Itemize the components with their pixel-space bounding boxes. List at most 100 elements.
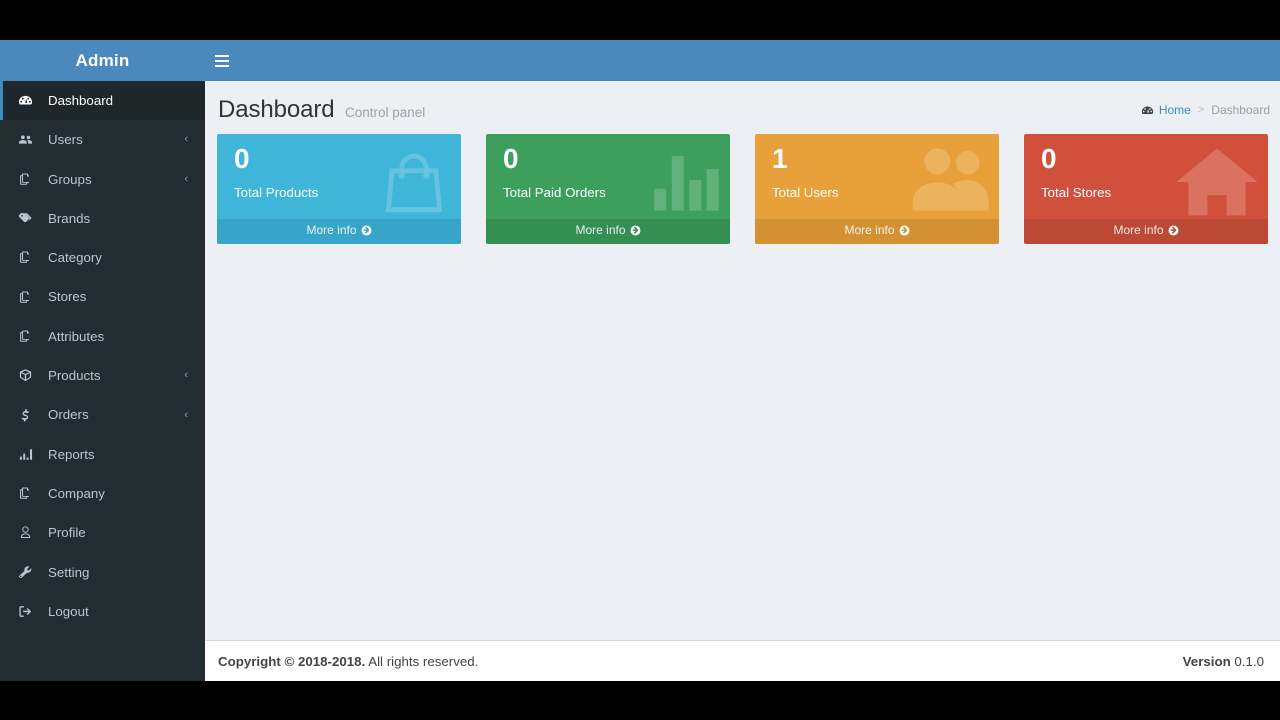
sidebar-nav: Dashboard Users ‹ Groups ‹ Brands Category Stor… xyxy=(0,81,205,631)
copy-icon xyxy=(18,328,38,344)
sidebar-item-label: Company xyxy=(48,485,105,501)
sidebar-item-profile[interactable]: Profile xyxy=(0,513,205,552)
info-box-total-products: 0 Total Products More info xyxy=(217,134,461,244)
info-box-more-info-link[interactable]: More info xyxy=(217,219,461,244)
info-box-more-info-link[interactable]: More info xyxy=(1024,219,1268,244)
copy-icon xyxy=(18,171,38,187)
info-box-body: 1 Total Users xyxy=(755,134,999,219)
arrow-circle-right-icon xyxy=(630,225,641,239)
content-area: Dashboard Control panel Home > Dashboard… xyxy=(205,81,1280,681)
info-box-total-stores: 0 Total Stores More info xyxy=(1024,134,1268,244)
sidebar-item-stores[interactable]: Stores xyxy=(0,277,205,316)
screen: Admin Dashboard Users ‹ Groups ‹ Brands Catego… xyxy=(0,0,1280,720)
page-title: Dashboard xyxy=(218,96,335,123)
info-box-total-users: 1 Total Users More info xyxy=(755,134,999,244)
sidebar-item-label: Brands xyxy=(48,210,91,226)
chevron-left-icon: ‹ xyxy=(184,133,188,146)
sidebar-item-logout[interactable]: Logout xyxy=(0,592,205,631)
info-box-total-paid-orders: 0 Total Paid Orders More info xyxy=(486,134,730,244)
hamburger-icon[interactable] xyxy=(205,40,239,81)
sidebar-item-label: Stores xyxy=(48,289,87,305)
tags-icon xyxy=(18,211,38,227)
chevron-left-icon: ‹ xyxy=(184,172,188,185)
sidebar-item-label: Setting xyxy=(48,564,90,580)
info-box-number: 0 xyxy=(234,143,250,174)
arrow-circle-right-icon xyxy=(899,225,910,239)
sidebar-item-reports[interactable]: Reports xyxy=(0,435,205,474)
wrench-icon xyxy=(18,564,38,580)
hamburger-bar xyxy=(215,64,229,67)
sidebar-item-label: Products xyxy=(48,368,101,384)
info-box-label: Total Users xyxy=(772,185,839,201)
sidebar-item-category[interactable]: Category xyxy=(0,238,205,277)
sidebar-item-setting[interactable]: Setting xyxy=(0,553,205,592)
more-info-label: More info xyxy=(575,223,626,237)
version-text: Version 0.1.0 xyxy=(1183,654,1264,669)
sidebar-item-products[interactable]: Products ‹ xyxy=(0,356,205,395)
sidebar-item-label: Category xyxy=(48,250,102,266)
breadcrumb: Home > Dashboard xyxy=(1141,103,1270,117)
sidebar-item-attributes[interactable]: Attributes xyxy=(0,317,205,356)
copy-icon xyxy=(18,289,38,305)
page-subtitle: Control panel xyxy=(344,105,426,120)
copyright-rest: All rights reserved. xyxy=(365,653,479,669)
info-box-body: 0 Total Products xyxy=(217,134,461,219)
chevron-left-icon: ‹ xyxy=(184,369,188,382)
version-value: 0.1.0 xyxy=(1230,653,1264,669)
info-box-label: Total Stores xyxy=(1041,185,1112,201)
more-info-label: More info xyxy=(1113,223,1164,237)
copy-icon xyxy=(18,486,38,502)
sidebar-item-label: Users xyxy=(48,132,83,148)
info-box-row: 0 Total Products More info 0 Total Paid Orde… xyxy=(205,134,1280,244)
sidebar-item-groups[interactable]: Groups ‹ xyxy=(0,160,205,199)
sign-out-icon xyxy=(18,604,38,620)
dashboard-icon xyxy=(1141,104,1154,117)
dollar-icon xyxy=(18,407,38,423)
breadcrumb-separator: > xyxy=(1197,104,1205,116)
user-icon xyxy=(18,525,38,541)
admin-app: Admin Dashboard Users ‹ Groups ‹ Brands Catego… xyxy=(0,40,1280,681)
info-box-number: 1 xyxy=(772,143,788,174)
info-box-number: 0 xyxy=(1041,143,1057,174)
chevron-left-icon: ‹ xyxy=(184,408,188,421)
info-box-label: Total Paid Orders xyxy=(503,185,606,201)
sidebar-item-users[interactable]: Users ‹ xyxy=(0,120,205,159)
users-icon xyxy=(18,132,38,148)
sidebar-item-label: Profile xyxy=(48,525,86,541)
info-box-more-info-link[interactable]: More info xyxy=(755,219,999,244)
cube-icon xyxy=(18,368,38,384)
sidebar-item-label: Dashboard xyxy=(48,93,114,108)
sidebar: Admin Dashboard Users ‹ Groups ‹ Brands Catego… xyxy=(0,40,205,681)
hamburger-bar xyxy=(215,59,229,62)
arrow-circle-right-icon xyxy=(361,225,372,239)
sidebar-item-dashboard[interactable]: Dashboard xyxy=(0,81,205,121)
sidebar-item-company[interactable]: Company xyxy=(0,474,205,513)
copyright-text: Copyright © 2018-2018. All rights reserv… xyxy=(218,654,478,669)
content-header: Dashboard Control panel Home > Dashboard xyxy=(205,81,1280,134)
sidebar-item-label: Groups xyxy=(48,171,92,187)
sidebar-item-label: Reports xyxy=(48,446,95,462)
dashboard-icon xyxy=(18,93,38,109)
version-label: Version xyxy=(1182,653,1231,669)
more-info-label: More info xyxy=(306,223,357,237)
info-box-more-info-link[interactable]: More info xyxy=(486,219,730,244)
more-info-label: More info xyxy=(844,223,895,237)
top-navbar xyxy=(205,40,1280,81)
info-box-number: 0 xyxy=(503,143,519,174)
info-box-body: 0 Total Paid Orders xyxy=(486,134,730,219)
bar-chart-icon xyxy=(18,446,38,462)
sidebar-item-label: Attributes xyxy=(48,328,105,344)
page-footer: Copyright © 2018-2018. All rights reserv… xyxy=(205,640,1280,681)
brand-logo[interactable]: Admin xyxy=(0,40,205,81)
breadcrumb-home[interactable]: Home xyxy=(1159,103,1191,117)
sidebar-item-orders[interactable]: Orders ‹ xyxy=(0,395,205,434)
sidebar-item-label: Logout xyxy=(48,603,89,619)
sidebar-item-brands[interactable]: Brands xyxy=(0,199,205,238)
info-box-label: Total Products xyxy=(234,185,319,201)
arrow-circle-right-icon xyxy=(1168,225,1179,239)
info-box-body: 0 Total Stores xyxy=(1024,134,1268,219)
breadcrumb-current: Dashboard xyxy=(1211,103,1270,117)
sidebar-item-label: Orders xyxy=(48,407,89,423)
hamburger-bar xyxy=(215,54,229,57)
copyright-bold: Copyright © 2018-2018. xyxy=(218,653,366,669)
